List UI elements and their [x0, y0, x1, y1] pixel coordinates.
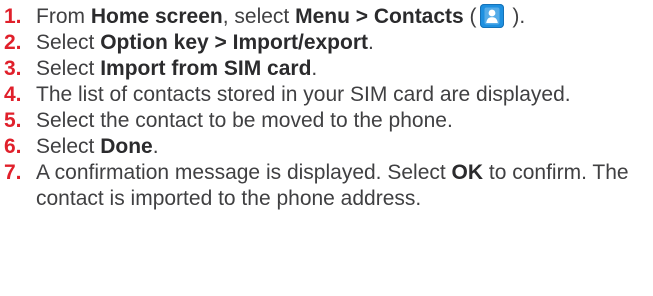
- step-7: 7. A confirmation message is displayed. …: [4, 160, 649, 212]
- step-text: A confirmation message is displayed. Sel…: [36, 161, 629, 210]
- step-1: 1. From Home screen, select Menu > Conta…: [4, 4, 649, 30]
- ok-label: OK: [451, 161, 484, 184]
- step-number: 5.: [4, 109, 22, 132]
- step-number: 7.: [4, 161, 22, 184]
- step-2: 2. Select Option key > Import/export.: [4, 30, 649, 56]
- step-text: From Home screen, select Menu > Contacts…: [36, 4, 526, 28]
- menu-contacts-label: Menu > Contacts: [295, 5, 464, 28]
- import-from-sim-label: Import from SIM card: [100, 57, 312, 80]
- step-3: 3. Select Import from SIM card.: [4, 56, 649, 82]
- step-5: 5. Select the contact to be moved to the…: [4, 108, 649, 134]
- step-number: 2.: [4, 31, 22, 54]
- done-label: Done: [100, 135, 153, 158]
- option-key-import-export-label: Option key > Import/export: [100, 31, 368, 54]
- instruction-steps: 1. From Home screen, select Menu > Conta…: [4, 4, 649, 212]
- step-number: 3.: [4, 57, 22, 80]
- step-number: 1.: [4, 5, 22, 28]
- step-6: 6. Select Done.: [4, 134, 649, 160]
- step-text: The list of contacts stored in your SIM …: [36, 83, 571, 106]
- step-text: Select Done.: [36, 135, 159, 158]
- home-screen-label: Home screen: [90, 5, 223, 28]
- step-text: Select Import from SIM card.: [36, 57, 318, 80]
- step-number: 4.: [4, 83, 22, 106]
- step-text: Select the contact to be moved to the ph…: [36, 109, 453, 132]
- step-4: 4. The list of contacts stored in your S…: [4, 82, 649, 108]
- step-number: 6.: [4, 135, 22, 158]
- contacts-icon: [479, 4, 504, 28]
- step-text: Select Option key > Import/export.: [36, 31, 374, 54]
